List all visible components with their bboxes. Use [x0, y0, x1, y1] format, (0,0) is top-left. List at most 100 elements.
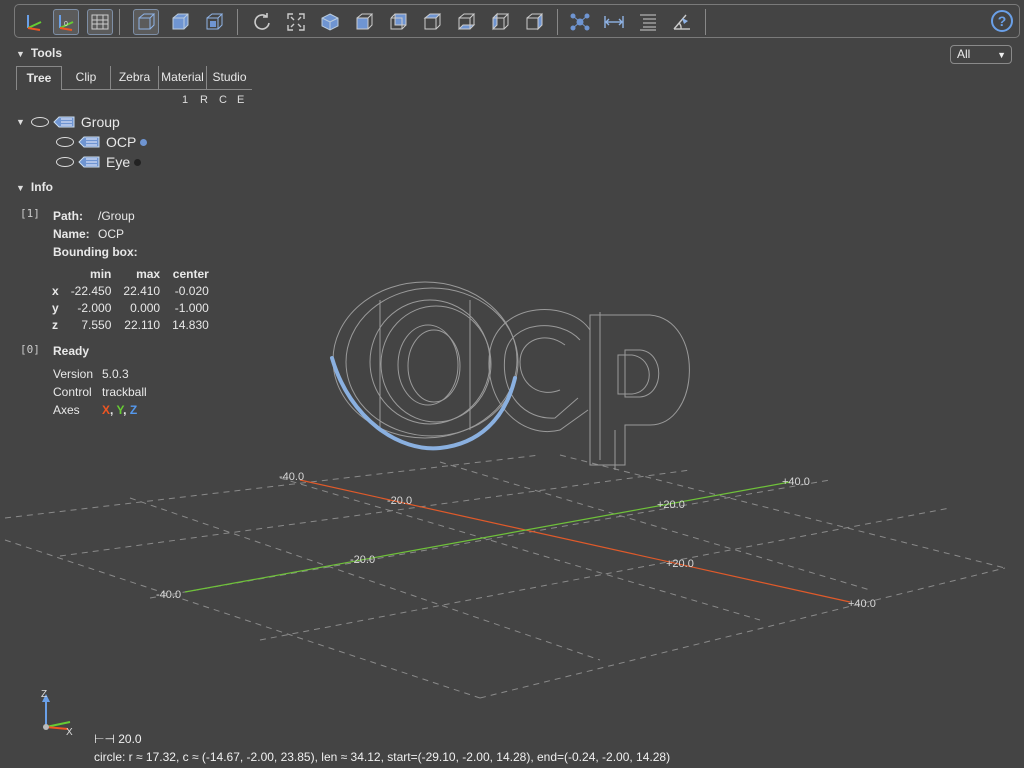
- bbox-cell: -22.450: [70, 284, 112, 298]
- bbox-cell: 22.410: [123, 284, 161, 298]
- tab-studio[interactable]: Studio: [206, 66, 252, 90]
- y-axis-line: [184, 481, 791, 593]
- axes-label: Axes: [53, 403, 80, 417]
- grid-label: +40.0: [848, 598, 876, 610]
- chevron-down-icon: ▼: [997, 50, 1006, 60]
- shape-icon[interactable]: [53, 116, 75, 128]
- collapse-triangle-icon: ▼: [16, 183, 25, 193]
- bbox-header: min: [90, 267, 112, 281]
- transparent-icon[interactable]: [167, 9, 193, 35]
- bottom-view-icon[interactable]: [453, 9, 479, 35]
- tab-tree[interactable]: Tree: [16, 66, 62, 90]
- axes-origin-icon[interactable]: 0: [53, 9, 79, 35]
- tab-material[interactable]: Material: [158, 66, 206, 90]
- tree-label: Eye: [106, 154, 131, 170]
- tree-flag-e[interactable]: E: [237, 94, 244, 106]
- path-label: Path:: [53, 209, 83, 223]
- tree-item-ocp[interactable]: OCP: [56, 134, 148, 150]
- info-section-header[interactable]: ▼ Info: [16, 180, 53, 194]
- name-label: Name:: [53, 227, 90, 241]
- eye-icon[interactable]: [30, 117, 49, 127]
- info-index: [0]: [20, 343, 40, 356]
- version-label: Version: [53, 367, 94, 381]
- tree-item-eye[interactable]: Eye: [56, 154, 142, 170]
- collapse-triangle-icon: ▼: [16, 49, 25, 59]
- axes-x-label: X: [102, 403, 111, 417]
- bbox-axis: x: [52, 284, 59, 298]
- bbox-header: max: [136, 267, 161, 281]
- front-view-icon[interactable]: [351, 9, 377, 35]
- measure-angle-icon[interactable]: [669, 9, 695, 35]
- tree-flag-1[interactable]: 1: [182, 94, 188, 106]
- eye-icon[interactable]: [56, 157, 74, 167]
- top-view-icon[interactable]: [419, 9, 445, 35]
- measurement-readout: circle: r ≈ 17.32, c ≈ (-14.67, -2.00, 2…: [94, 750, 671, 764]
- explode-icon[interactable]: [567, 9, 593, 35]
- color-dot-icon: [134, 158, 142, 166]
- measure-distance-icon[interactable]: [601, 9, 627, 35]
- grid-label: +40.0: [782, 476, 810, 488]
- right-view-icon[interactable]: [521, 9, 547, 35]
- tree-flag-r[interactable]: R: [200, 94, 208, 106]
- tree-flag-c[interactable]: C: [219, 94, 227, 106]
- tab-clip[interactable]: Clip: [62, 66, 110, 90]
- tree-item-group[interactable]: ▼ Group: [16, 114, 120, 130]
- bounding-box-table: min max center x -22.450 22.410 -0.020 y…: [50, 266, 215, 334]
- control-value: trackball: [102, 385, 147, 399]
- reset-view-icon[interactable]: [249, 9, 275, 35]
- bbox-cell: 22.110: [124, 318, 161, 332]
- filter-value: All: [957, 47, 971, 61]
- main-toolbar: 0 ?: [14, 4, 1020, 38]
- bbox-axis: z: [52, 318, 58, 332]
- rear-view-icon[interactable]: [385, 9, 411, 35]
- tab-zebra[interactable]: Zebra: [110, 66, 158, 90]
- ocp-model[interactable]: [332, 281, 690, 470]
- info-index: [1]: [20, 207, 40, 220]
- bbox-axis: y: [52, 301, 59, 315]
- grid-label: -40.0: [279, 471, 304, 483]
- iso-view-icon[interactable]: [317, 9, 343, 35]
- tree-label: OCP: [106, 134, 137, 150]
- shape-icon[interactable]: [78, 136, 100, 148]
- name-value: OCP: [98, 227, 125, 241]
- bbox-cell: -1.000: [174, 301, 209, 315]
- axes-icon[interactable]: [21, 9, 47, 35]
- tools-section-header[interactable]: ▼ Tools: [16, 46, 62, 60]
- help-icon[interactable]: ?: [991, 10, 1013, 32]
- expand-triangle-icon[interactable]: ▼: [16, 117, 25, 127]
- black-edges-icon[interactable]: [201, 9, 227, 35]
- tree-label: Group: [80, 114, 120, 130]
- grid-label: -20.0: [387, 495, 412, 507]
- grid-label: +20.0: [657, 499, 685, 511]
- version-value: 5.0.3: [102, 367, 129, 381]
- shape-icon[interactable]: [78, 156, 100, 168]
- measure-properties-icon[interactable]: [635, 9, 661, 35]
- axes-y-label: Y: [116, 403, 124, 417]
- triad-z-label: Z: [41, 689, 47, 700]
- scale-indicator: ⊢⊣ 20.0: [94, 732, 142, 746]
- bbox-cell: -0.020: [174, 284, 209, 298]
- svg-text:0: 0: [64, 21, 68, 28]
- bbox-cell: 0.000: [130, 301, 161, 315]
- object-filter-select[interactable]: All ▼: [950, 45, 1012, 64]
- x-axis-line: [299, 479, 851, 603]
- control-label: Control: [53, 385, 92, 399]
- perspective-icon[interactable]: [133, 9, 159, 35]
- info-title: Info: [30, 180, 53, 194]
- eye-icon[interactable]: [56, 137, 74, 147]
- bbox-header: center: [172, 267, 209, 281]
- grid-plane: [4, 454, 1006, 699]
- bbox-cell: 7.550: [81, 318, 112, 332]
- viewport-canvas[interactable]: -40.0 -20.0 +20.0 +40.0 -40.0 -20.0 +20.…: [0, 0, 1024, 768]
- axes-legend: X, Y, Z: [102, 403, 138, 417]
- path-value: /Group: [98, 209, 135, 223]
- selected-arc[interactable]: [330, 356, 517, 451]
- bbox-label: Bounding box:: [53, 245, 138, 259]
- orientation-triad: Z X: [41, 689, 73, 738]
- grid-label: -40.0: [156, 589, 181, 601]
- left-view-icon[interactable]: [487, 9, 513, 35]
- grid-icon[interactable]: [87, 9, 113, 35]
- fit-view-icon[interactable]: [283, 9, 309, 35]
- tools-title: Tools: [30, 46, 63, 60]
- triad-x-label: X: [66, 727, 73, 738]
